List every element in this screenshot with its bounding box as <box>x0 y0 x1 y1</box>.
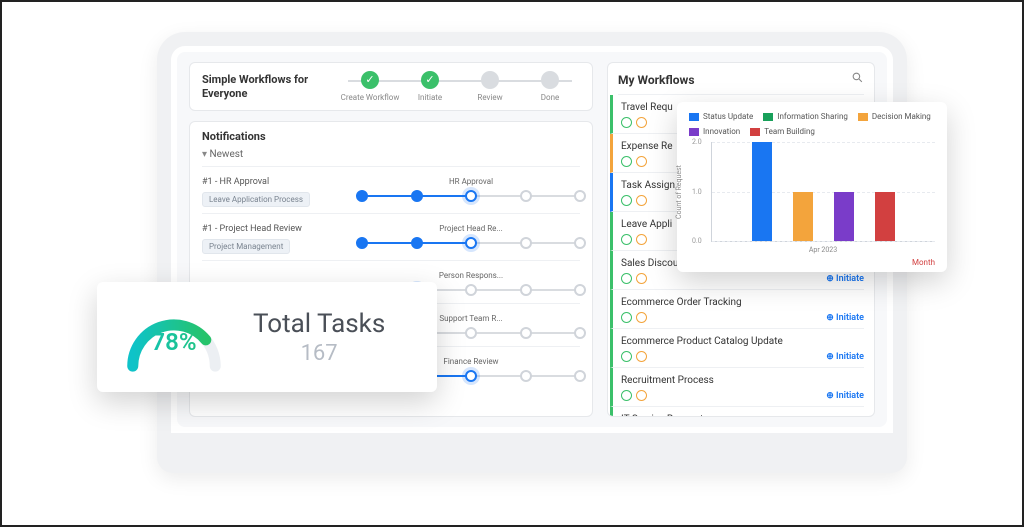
notification-title: #1 - HR Approval <box>202 177 362 187</box>
status-icon <box>636 312 647 323</box>
legend-item: Team Building <box>750 127 815 136</box>
chart-plot: Count of Request 0.01.02.0 <box>711 142 935 242</box>
chart-bar <box>875 192 895 242</box>
chart-bar <box>752 142 772 241</box>
workflow-name: Task Assign <box>621 180 675 191</box>
step-initiate[interactable]: Initiate <box>400 71 460 102</box>
workflow-name: Ecommerce Product Catalog Update <box>621 336 783 347</box>
page-title: Simple Workflows for Everyone <box>202 73 322 99</box>
search-icon[interactable] <box>851 71 864 88</box>
requests-chart-card: Status Update Information Sharing Decision… <box>677 102 947 272</box>
step-create[interactable]: Create Workflow <box>340 71 400 102</box>
chart-legend: Status Update Information Sharing Decision… <box>689 112 935 136</box>
chart-ylabel: Count of Request <box>675 165 683 219</box>
chart-bar <box>834 192 854 242</box>
notification-stage-label: HR Approval <box>362 177 580 186</box>
status-icon <box>636 117 647 128</box>
chart-month-link[interactable]: Month <box>689 258 935 267</box>
notification-stage-label: Project Head Re... <box>362 224 580 233</box>
legend-swatch <box>689 128 699 136</box>
notification-tag: Project Management <box>202 239 290 254</box>
total-tasks-count: 167 <box>253 341 385 366</box>
workflow-stepper-card: Simple Workflows for Everyone Create Wor… <box>189 62 593 111</box>
workflow-name: Travel Requ <box>621 102 673 113</box>
gauge-chart: 78% <box>119 302 229 372</box>
workflow-steps: Create Workflow Initiate Review Done <box>340 71 580 102</box>
status-icon <box>621 312 632 323</box>
gauge-percent: 78% <box>119 328 229 372</box>
legend-item: Status Update <box>689 112 753 121</box>
legend-item: Information Sharing <box>763 112 848 121</box>
initiate-link[interactable]: Initiate <box>826 274 864 284</box>
notification-item[interactable]: #1 - Project Head Review Project Manageme… <box>202 213 580 260</box>
workflow-name: IT Service Request <box>621 414 703 417</box>
workflow-item[interactable]: Ecommerce Product Catalog Update Initiate <box>610 329 864 368</box>
total-tasks-card: 78% Total Tasks 167 <box>97 282 437 392</box>
step-review[interactable]: Review <box>460 71 520 102</box>
status-icon <box>621 234 632 245</box>
chart-ytick: 2.0 <box>692 138 702 146</box>
status-icon <box>621 156 632 167</box>
legend-item: Innovation <box>689 127 740 136</box>
chart-ytick: 0.0 <box>692 237 702 245</box>
initiate-link[interactable]: Initiate <box>826 313 864 323</box>
legend-swatch <box>858 113 868 121</box>
workflow-item[interactable]: IT Service RequestInitiate <box>610 407 864 417</box>
chart-ytick: 1.0 <box>692 188 702 196</box>
notification-title: #1 - Project Head Review <box>202 224 362 234</box>
status-icon <box>636 351 647 362</box>
notifications-title: Notifications <box>202 130 580 143</box>
legend-swatch <box>763 113 773 121</box>
progress-track <box>362 189 580 203</box>
workflow-name: Leave Appli <box>621 219 672 230</box>
total-tasks-label: Total Tasks <box>253 309 385 339</box>
notification-stage-label: Person Respons... <box>362 271 580 280</box>
notification-tag: Leave Application Process <box>202 192 310 207</box>
legend-swatch <box>750 128 760 136</box>
workflow-name: Recruitment Process <box>621 375 714 386</box>
initiate-link[interactable]: Initiate <box>826 352 864 362</box>
initiate-link[interactable]: Initiate <box>826 391 864 401</box>
workflow-item[interactable]: Recruitment Process Initiate <box>610 368 864 407</box>
legend-swatch <box>689 113 699 121</box>
legend-item: Decision Making <box>858 112 931 121</box>
progress-track <box>362 236 580 250</box>
workflow-name: Expense Re <box>621 141 673 152</box>
status-icon <box>636 195 647 206</box>
status-icon <box>636 234 647 245</box>
status-icon <box>636 156 647 167</box>
chart-bar <box>793 192 813 242</box>
status-icon <box>636 273 647 284</box>
status-icon <box>621 273 632 284</box>
my-workflows-title: My Workflows <box>618 73 695 87</box>
status-icon <box>621 351 632 362</box>
status-icon <box>621 117 632 128</box>
workflow-item[interactable]: Ecommerce Order Tracking Initiate <box>610 290 864 329</box>
notification-item[interactable]: #1 - HR Approval Leave Application Proces… <box>202 166 580 213</box>
chart-xlabel: Apr 2023 <box>711 246 935 254</box>
step-done[interactable]: Done <box>520 71 580 102</box>
status-icon <box>636 390 647 401</box>
status-icon <box>621 195 632 206</box>
workflow-name: Ecommerce Order Tracking <box>621 297 742 308</box>
notifications-group-toggle[interactable]: Newest <box>202 149 580 160</box>
status-icon <box>621 390 632 401</box>
